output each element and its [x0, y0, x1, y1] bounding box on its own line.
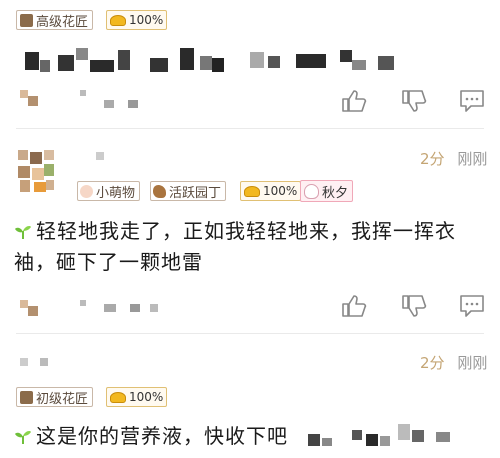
squirrel-icon	[153, 184, 166, 198]
flowerpot-icon	[20, 13, 33, 27]
reply-bubble-icon[interactable]	[459, 293, 485, 319]
gold-badge: 100%	[106, 10, 168, 30]
badge-qiuxi[interactable]: 秋夕	[300, 180, 354, 202]
gold-badge: 100%	[240, 181, 302, 201]
badge-xiaomengwu[interactable]: 小萌物	[77, 181, 141, 201]
flowerpot-icon	[20, 390, 33, 404]
comment2-meta: 2分 刚刚	[420, 354, 488, 372]
rabbit-icon	[304, 183, 319, 199]
sprout-icon	[15, 226, 31, 239]
thumbs-up-icon[interactable]	[341, 293, 367, 319]
gold-ingot-icon	[244, 185, 260, 197]
comment1-text: 轻轻地我走了，正如我轻轻地来，我挥一挥衣 袖，砸下了一颗地雷	[14, 219, 456, 274]
divider	[16, 128, 484, 129]
paw-icon	[80, 184, 93, 198]
comment1-meta: 2分 刚刚	[420, 150, 488, 168]
divider	[16, 333, 484, 334]
thumbs-up-icon[interactable]	[341, 88, 367, 114]
gold-badge: 100%	[106, 387, 168, 407]
gold-ingot-icon	[110, 14, 126, 26]
sprout-icon	[15, 431, 31, 444]
level-badge: 初级花匠	[16, 387, 94, 407]
gold-ingot-icon	[110, 391, 126, 403]
level-badge: 高级花匠	[16, 10, 94, 30]
comment2-text: 这是你的营养液，快收下吧	[14, 421, 288, 452]
thumbs-down-icon[interactable]	[401, 88, 427, 114]
reply-bubble-icon[interactable]	[459, 88, 485, 114]
thumbs-down-icon[interactable]	[401, 293, 427, 319]
badge-huoyue-yuanding[interactable]: 活跃园丁	[150, 181, 227, 201]
